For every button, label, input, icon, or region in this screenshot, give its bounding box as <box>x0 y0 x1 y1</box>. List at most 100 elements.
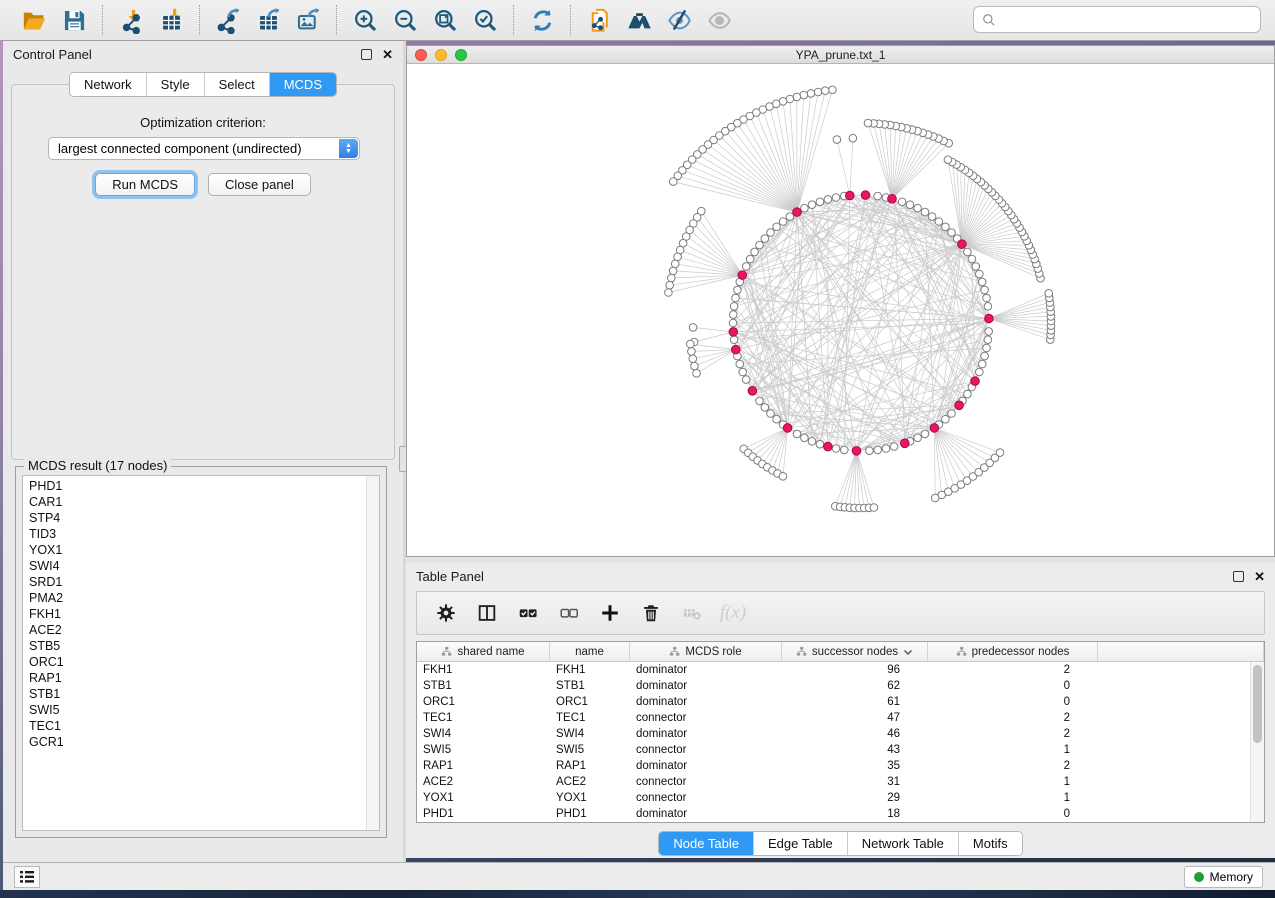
table-row[interactable]: SWI5SWI5connector431 <box>417 742 1250 758</box>
network-canvas[interactable] <box>407 65 1274 556</box>
table-cell: ACE2 <box>550 774 630 790</box>
table-row[interactable]: TEC1TEC1connector472 <box>417 710 1250 726</box>
mcds-result-item[interactable]: SRD1 <box>29 574 379 590</box>
table-row[interactable]: PHD1PHD1dominator180 <box>417 806 1250 822</box>
mcds-result-item[interactable]: RAP1 <box>29 670 379 686</box>
table-row[interactable]: FKH1FKH1dominator962 <box>417 662 1250 678</box>
table-cell: FKH1 <box>550 662 630 678</box>
delete-column-icon <box>640 602 662 624</box>
export-image-button[interactable] <box>288 3 328 37</box>
import-table-icon <box>158 7 185 34</box>
column-label: MCDS role <box>685 646 741 658</box>
zoom-in-button[interactable] <box>345 3 385 37</box>
table-cell: TEC1 <box>417 710 550 726</box>
zoom-selected-button[interactable] <box>465 3 505 37</box>
table-cell: 0 <box>928 694 1098 710</box>
mcds-result-item[interactable]: PMA2 <box>29 590 379 606</box>
zoom-out-icon <box>392 7 419 34</box>
import-network-button[interactable] <box>111 3 151 37</box>
desktop: Control Panel ✕ NetworkStyleSelectMCDS O… <box>0 0 1275 898</box>
zoom-fit-button[interactable] <box>425 3 465 37</box>
tab-network[interactable]: Network <box>70 73 147 96</box>
export-network-button[interactable] <box>208 3 248 37</box>
mcds-result-item[interactable]: STP4 <box>29 510 379 526</box>
deselect-all-checkboxes-icon <box>558 602 580 624</box>
table-row[interactable]: ORC1ORC1dominator610 <box>417 694 1250 710</box>
mcds-result-item[interactable]: YOX1 <box>29 542 379 558</box>
column-header-predecessor-nodes[interactable]: predecessor nodes <box>928 642 1098 661</box>
search-input[interactable] <box>1002 13 1252 27</box>
table-cell: YOX1 <box>550 790 630 806</box>
mcds-result-item[interactable]: CAR1 <box>29 494 379 510</box>
delete-column-button[interactable] <box>634 597 668 629</box>
export-table-button[interactable] <box>248 3 288 37</box>
tab-select[interactable]: Select <box>205 73 270 96</box>
mcds-result-item[interactable]: ACE2 <box>29 622 379 638</box>
select-all-checkboxes-button[interactable] <box>511 597 545 629</box>
optimization-criterion-select[interactable]: largest connected component (undirected)… <box>48 137 360 160</box>
mcds-result-item[interactable]: TEC1 <box>29 718 379 734</box>
save-session-button[interactable] <box>54 3 94 37</box>
column-header-name[interactable]: name <box>550 642 630 661</box>
refresh-layout-button[interactable] <box>522 3 562 37</box>
attribute-icon <box>441 646 452 657</box>
open-file-button[interactable] <box>14 3 54 37</box>
tab-edge-table[interactable]: Edge Table <box>754 832 848 855</box>
tab-mcds[interactable]: MCDS <box>270 73 336 96</box>
table-row[interactable]: YOX1YOX1connector291 <box>417 790 1250 806</box>
memory-button[interactable]: Memory <box>1184 866 1263 888</box>
tab-node-table[interactable]: Node Table <box>659 832 754 855</box>
column-header-MCDS-role[interactable]: MCDS role <box>630 642 782 661</box>
table-row[interactable]: ACE2ACE2connector311 <box>417 774 1250 790</box>
close-panel-icon[interactable]: ✕ <box>382 48 393 61</box>
network-view-window: YPA_prune.txt_1 <box>406 45 1275 557</box>
mcds-result-item[interactable]: GCR1 <box>29 734 379 750</box>
table-cell: 31 <box>782 774 928 790</box>
zoom-out-button[interactable] <box>385 3 425 37</box>
add-column-button[interactable] <box>593 597 627 629</box>
mcds-result-item[interactable]: STB1 <box>29 686 379 702</box>
optimization-criterion-label: Optimization criterion: <box>12 115 394 130</box>
table-scrollbar-thumb[interactable] <box>1253 665 1262 743</box>
search-box[interactable] <box>973 6 1261 33</box>
table-row[interactable]: STB1STB1dominator620 <box>417 678 1250 694</box>
import-table-button[interactable] <box>151 3 191 37</box>
mcds-result-item[interactable]: PHD1 <box>29 478 379 494</box>
main-toolbar <box>0 0 1275 41</box>
mcds-result-item[interactable]: FKH1 <box>29 606 379 622</box>
tab-network-table[interactable]: Network Table <box>848 832 959 855</box>
table-vertical-scrollbar[interactable] <box>1250 662 1264 822</box>
network-from-document-button[interactable] <box>579 3 619 37</box>
table-cell: ORC1 <box>550 694 630 710</box>
hide-graphics-details-button[interactable] <box>659 3 699 37</box>
mcds-list-scrollbar[interactable] <box>366 476 379 830</box>
tab-motifs[interactable]: Motifs <box>959 832 1022 855</box>
mcds-result-list[interactable]: PHD1CAR1STP4TID3YOX1SWI4SRD1PMA2FKH1ACE2… <box>22 475 380 831</box>
mcds-result-item[interactable]: TID3 <box>29 526 379 542</box>
deselect-all-checkboxes-button[interactable] <box>552 597 586 629</box>
table-float-panel-icon[interactable] <box>1233 571 1244 582</box>
run-mcds-button[interactable]: Run MCDS <box>95 173 195 196</box>
hide-graphics-details-icon <box>666 7 693 34</box>
column-settings-gear-button[interactable] <box>429 597 463 629</box>
column-header-shared-name[interactable]: shared name <box>417 642 550 661</box>
network-from-document-icon <box>586 7 613 34</box>
column-label: shared name <box>457 646 524 658</box>
table-panel: Table Panel ✕ f(x) shared namenameMCDS r… <box>406 563 1275 858</box>
task-history-button[interactable] <box>14 866 40 888</box>
float-panel-icon[interactable] <box>361 49 372 60</box>
mcds-result-item[interactable]: SWI5 <box>29 702 379 718</box>
table-row[interactable]: SWI4SWI4dominator462 <box>417 726 1250 742</box>
column-header-successor-nodes[interactable]: successor nodes <box>782 642 928 661</box>
table-cell: 61 <box>782 694 928 710</box>
search-window-button[interactable] <box>619 3 659 37</box>
table-close-panel-icon[interactable]: ✕ <box>1254 570 1265 583</box>
mcds-result-item[interactable]: STB5 <box>29 638 379 654</box>
mcds-result-item[interactable]: SWI4 <box>29 558 379 574</box>
mcds-result-item[interactable]: ORC1 <box>29 654 379 670</box>
tab-style[interactable]: Style <box>147 73 205 96</box>
attribute-icon <box>669 646 680 657</box>
show-column-panel-button[interactable] <box>470 597 504 629</box>
table-row[interactable]: RAP1RAP1dominator352 <box>417 758 1250 774</box>
close-panel-button[interactable]: Close panel <box>208 173 311 196</box>
